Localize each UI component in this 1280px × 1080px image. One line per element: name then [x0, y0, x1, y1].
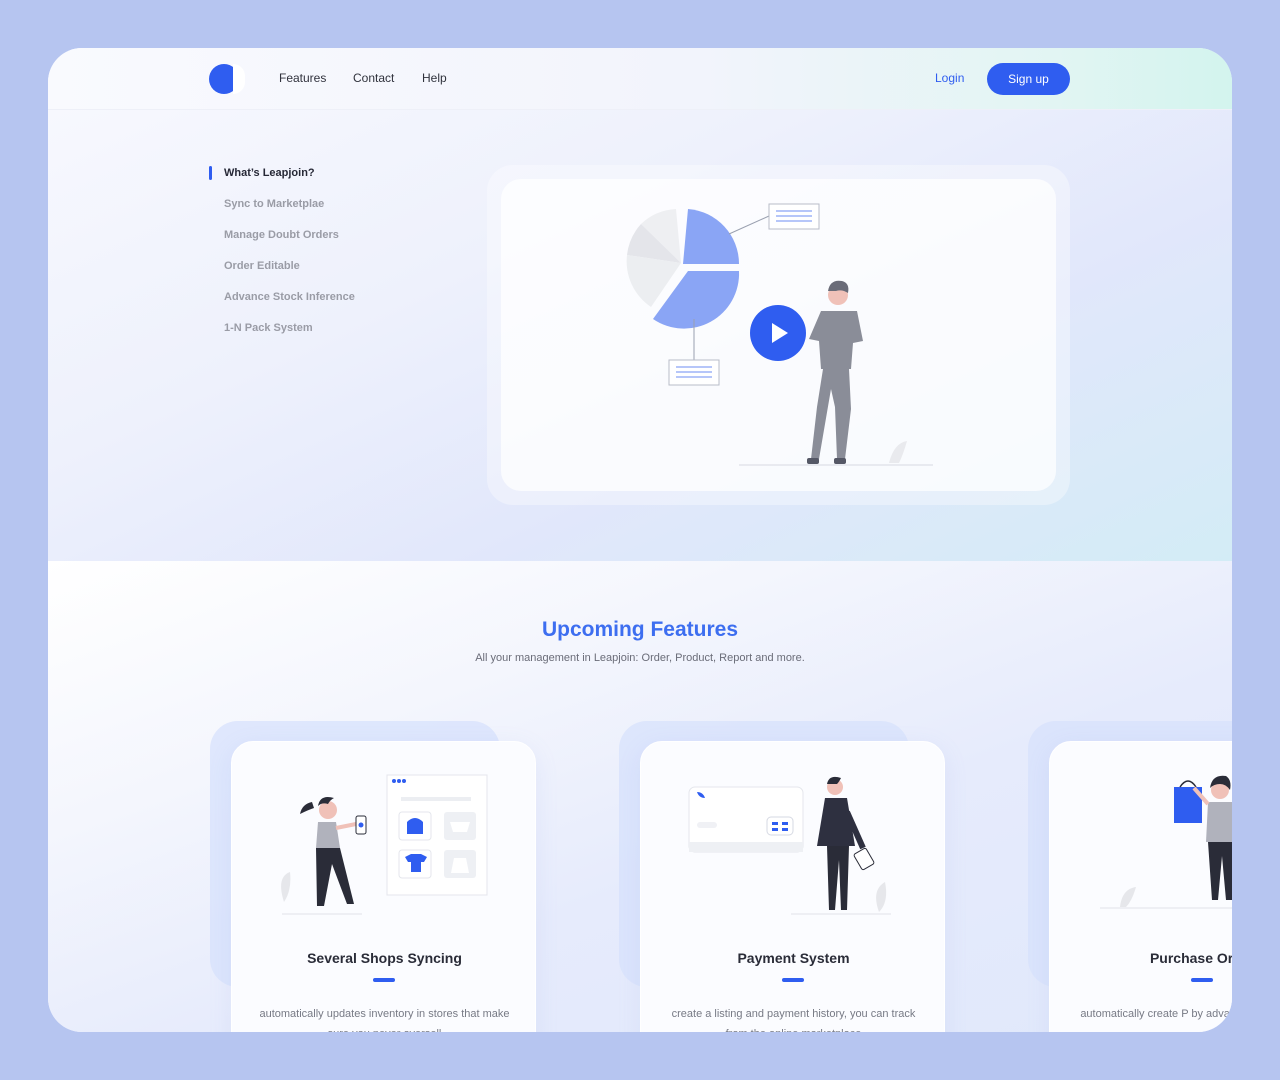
menu-item-order-editable[interactable]: Order Editable — [224, 260, 300, 272]
card-description: automatically create P by advance stock … — [1080, 1008, 1232, 1020]
upcoming-features-section: Upcoming Features All your management in… — [48, 561, 1232, 1032]
shopping-bag-illustration — [1100, 775, 1232, 909]
menu-item-whats-leapjoin[interactable]: What’s Leapjoin? — [224, 167, 315, 179]
top-navbar: Features Contact Help Login Sign up — [48, 48, 1232, 110]
feature-card-shops-syncing[interactable]: Several Shops Syncing automatically upda… — [231, 741, 536, 1032]
leapjoin-logo[interactable] — [209, 64, 245, 94]
feature-card-purchase-order[interactable]: Purchase Order automatically create P by… — [1049, 741, 1232, 1032]
video-card — [501, 179, 1056, 491]
menu-item-pack-system[interactable]: 1-N Pack System — [224, 322, 313, 334]
section-subtitle: All your management in Leapjoin: Order, … — [475, 652, 805, 664]
menu-item-advance-stock[interactable]: Advance Stock Inference — [224, 291, 355, 303]
card-accent-bar — [373, 978, 395, 982]
nav-contact[interactable]: Contact — [353, 71, 394, 85]
active-indicator — [209, 166, 212, 180]
card-description: create a listing and payment history, yo… — [671, 1008, 916, 1032]
card-accent-bar — [1191, 978, 1213, 982]
play-icon[interactable] — [750, 305, 806, 361]
card-accent-bar — [782, 978, 804, 982]
section-title: Upcoming Features — [541, 618, 739, 641]
card-title: Purchase Order — [1149, 950, 1232, 966]
menu-item-sync-marketplace[interactable]: Sync to Marketplae — [224, 198, 324, 210]
login-link[interactable]: Login — [935, 71, 964, 85]
card-description: automatically updates inventory in store… — [259, 1008, 510, 1032]
video-card-outer — [487, 165, 1070, 505]
menu-item-manage-doubt-orders[interactable]: Manage Doubt Orders — [224, 229, 339, 241]
logo-half — [233, 64, 245, 94]
card-title: Payment System — [737, 950, 850, 966]
hero-section: What’s Leapjoin? Sync to Marketplae Mana… — [48, 110, 1232, 561]
card-title: Several Shops Syncing — [307, 950, 462, 966]
nav-features[interactable]: Features — [279, 71, 326, 85]
feature-card-payment-system[interactable]: Payment System create a listing and paym… — [640, 741, 945, 1032]
payment-man-illustration — [688, 776, 891, 915]
signup-button[interactable]: Sign up — [987, 63, 1070, 95]
nav-help[interactable]: Help — [422, 71, 447, 85]
shopping-woman-illustration — [281, 774, 488, 915]
page-frame: Features Contact Help Login Sign up What… — [48, 48, 1232, 1032]
